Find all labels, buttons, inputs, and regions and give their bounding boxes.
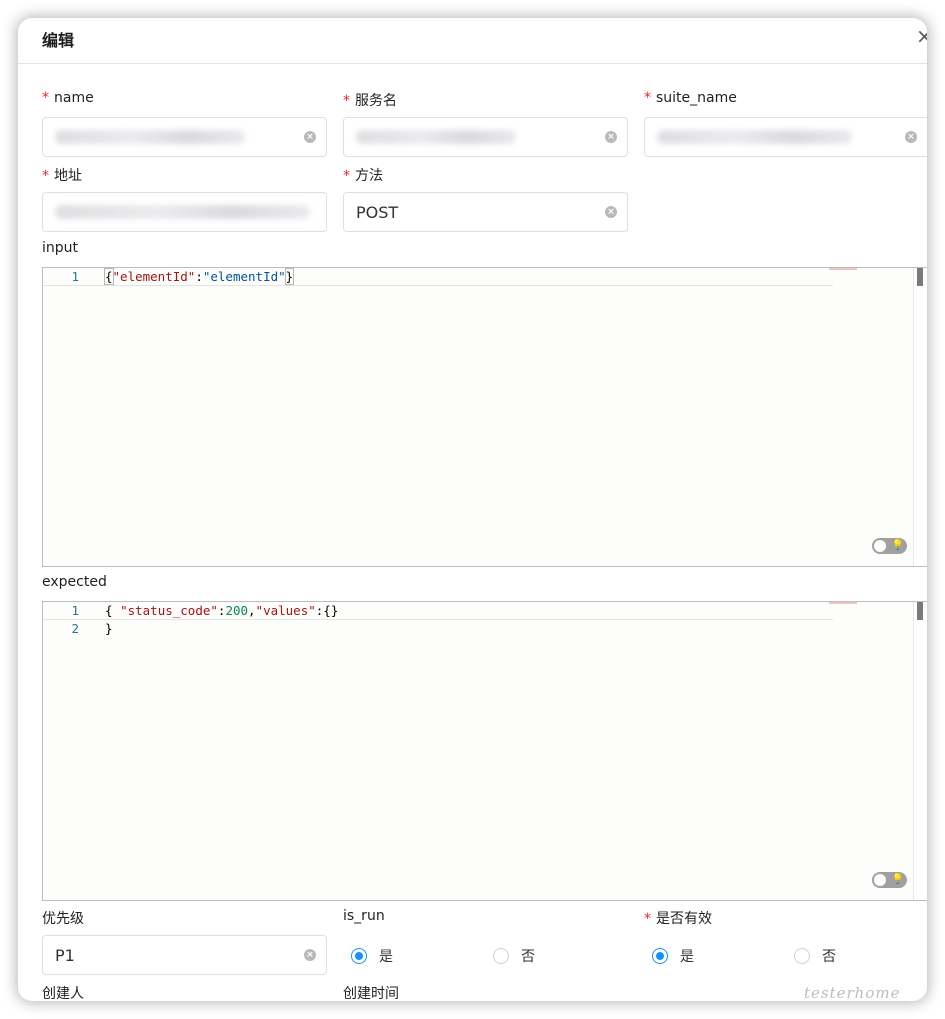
address-label: * 地址 (42, 165, 82, 185)
address-input[interactable] (42, 192, 327, 232)
service-name-label: * 服务名 (343, 90, 397, 110)
lightbulb-toggle[interactable]: 💡 (872, 538, 907, 554)
expected-code-editor[interactable]: 1 { "status_code":200,"values":{} 2 } 💡 (42, 601, 927, 901)
blurred-value (657, 130, 852, 144)
method-label: * 方法 (343, 165, 383, 185)
blurred-value (55, 130, 245, 144)
modal-title: 编辑 (42, 31, 75, 50)
is-valid-yes-radio[interactable]: 是 (652, 946, 694, 966)
suite-name-input[interactable]: × (644, 117, 927, 157)
created-time-label: 创建时间 (343, 986, 399, 1001)
minimap (829, 268, 857, 270)
toggle-knob (874, 540, 886, 552)
clear-icon[interactable]: × (605, 131, 617, 143)
expected-label: expected (42, 574, 107, 590)
is-valid-label: * 是否有效 (644, 908, 712, 928)
line-number: 1 (71, 603, 79, 618)
clear-icon[interactable]: × (605, 206, 617, 218)
edit-modal: 编辑 × * name * 服务名 * suite_name × × × * 地址 * 方… (18, 18, 927, 1001)
clear-icon[interactable]: × (905, 131, 917, 143)
radio-dot (351, 948, 367, 964)
blurred-value (55, 205, 310, 219)
is-run-label: is_run (343, 908, 385, 924)
code-line: 1 { "status_code":200,"values":{} (43, 602, 833, 620)
required-mark: * (343, 168, 350, 184)
priority-value: P1 (55, 946, 75, 965)
radio-label: 是 (680, 949, 694, 965)
name-input[interactable]: × (42, 117, 327, 157)
name-label-text: name (54, 90, 94, 106)
required-mark: * (644, 90, 651, 106)
address-label-text: 地址 (54, 168, 82, 184)
close-icon[interactable]: × (916, 26, 927, 46)
radio-dot (493, 948, 509, 964)
is-run-no-radio[interactable]: 否 (493, 946, 535, 966)
service-name-label-text: 服务名 (355, 93, 397, 109)
code-line: 2 } (43, 620, 833, 638)
scrollbar-thumb[interactable] (917, 602, 923, 620)
radio-dot (794, 948, 810, 964)
radio-label: 是 (379, 949, 393, 965)
name-label: * name (42, 90, 94, 106)
radio-dot (652, 948, 668, 964)
watermark: testerhome (804, 984, 901, 1002)
modal-header: 编辑 × (18, 18, 927, 64)
input-code-editor[interactable]: 1 {"elementId":"elementId"} 💡 (42, 267, 927, 567)
is-valid-label-text: 是否有效 (656, 911, 712, 927)
required-mark: * (644, 911, 651, 927)
code-text: { "status_code":200,"values":{} (105, 603, 339, 618)
line-number: 1 (71, 269, 79, 284)
clear-icon[interactable]: × (304, 131, 316, 143)
scrollbar-thumb[interactable] (917, 268, 923, 286)
clear-icon[interactable]: × (304, 949, 316, 961)
priority-label: 优先级 (42, 911, 84, 927)
code-text: {"elementId":"elementId"} (104, 268, 295, 285)
blurred-value (356, 130, 516, 144)
required-mark: * (42, 168, 49, 184)
priority-select[interactable]: P1 × (42, 935, 327, 975)
creator-label: 创建人 (42, 986, 84, 1001)
method-label-text: 方法 (355, 168, 383, 184)
method-value: POST (356, 203, 399, 222)
radio-label: 否 (822, 949, 836, 965)
lightbulb-icon: 💡 (891, 874, 904, 885)
is-run-yes-radio[interactable]: 是 (351, 946, 393, 966)
method-input[interactable]: POST × (343, 192, 628, 232)
input-label: input (42, 240, 79, 256)
line-number: 2 (71, 621, 79, 636)
lightbulb-icon: 💡 (891, 540, 904, 551)
scrollbar[interactable] (913, 602, 927, 900)
suite-name-label-text: suite_name (656, 90, 737, 106)
code-text: } (105, 621, 113, 636)
code-line: 1 {"elementId":"elementId"} (43, 268, 833, 286)
suite-name-label: * suite_name (644, 90, 737, 106)
is-valid-no-radio[interactable]: 否 (794, 946, 836, 966)
service-name-input[interactable]: × (343, 117, 628, 157)
required-mark: * (343, 93, 350, 109)
radio-label: 否 (521, 949, 535, 965)
lightbulb-toggle[interactable]: 💡 (872, 872, 907, 888)
required-mark: * (42, 90, 49, 106)
minimap (829, 602, 857, 604)
toggle-knob (874, 874, 886, 886)
scrollbar[interactable] (913, 268, 927, 566)
